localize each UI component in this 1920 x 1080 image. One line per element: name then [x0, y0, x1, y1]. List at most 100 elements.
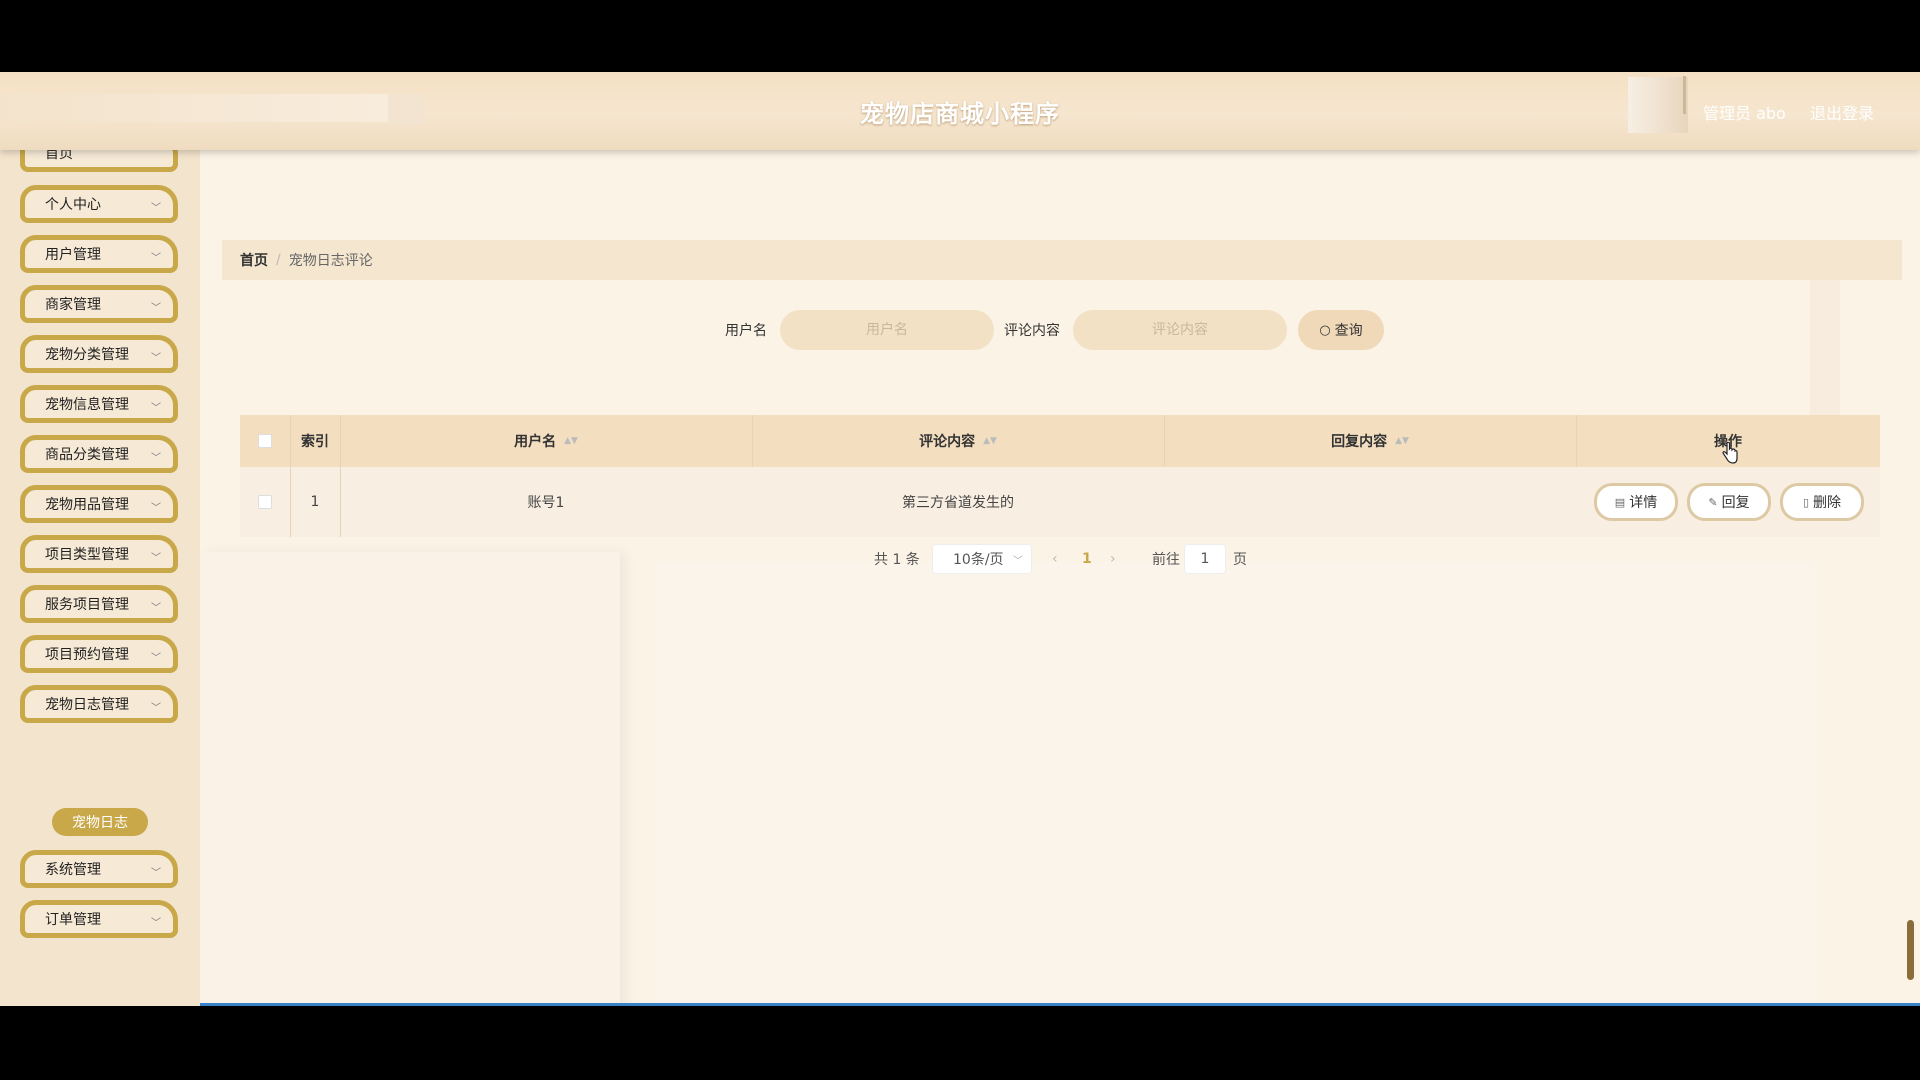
cell-index: 1	[310, 494, 320, 510]
background-decoration	[655, 562, 1815, 1006]
comments-table: 索引 用户名 ▲▼ 评论内容 ▲▼ 回复内容 ▲▼ 1 账号1 第三方省道发生的…	[240, 415, 1880, 537]
detail-button-label: 详情	[1629, 495, 1658, 511]
chevron-down-icon: ﹀	[151, 353, 161, 364]
chevron-down-icon: ﹀	[151, 303, 161, 314]
column-header-label: 用户名	[514, 434, 557, 450]
sidebar: 首页 个人中心 ﹀ 用户管理 ﹀ 商家管理 ﹀ 宠物分类管理 ﹀ 宠物信息管理 …	[0, 134, 200, 1006]
chevron-down-icon: ﹀	[151, 203, 161, 214]
username-search-input[interactable]	[780, 310, 994, 350]
username-label: 用户名	[725, 323, 767, 339]
sidebar-item-label: 商家管理	[45, 297, 101, 313]
sidebar-item-pet-info[interactable]: 宠物信息管理 ﹀	[20, 385, 178, 423]
chevron-down-icon: ﹀	[151, 603, 161, 614]
top-header: 宠物店商城小程序 管理员 abo 退出登录	[0, 72, 1920, 150]
chevron-down-icon: ﹀	[151, 653, 161, 664]
column-header-reply[interactable]: 回复内容 ▲▼	[1164, 415, 1576, 467]
sort-icon[interactable]: ▲▼	[983, 436, 997, 446]
main-content: 首页 / 宠物日志评论 用户名 评论内容 ○ 查询 索引 用户名	[200, 150, 1920, 1006]
cell-comment: 第三方省道发生的	[902, 495, 1014, 511]
sort-icon[interactable]: ▲▼	[564, 436, 578, 446]
column-header-username[interactable]: 用户名 ▲▼	[340, 415, 752, 467]
search-button-label: 查询	[1334, 323, 1363, 339]
sidebar-item-label: 系统管理	[45, 862, 101, 878]
sidebar-subitem-pet-log[interactable]: 宠物日志	[52, 808, 148, 836]
sidebar-item-personal-center[interactable]: 个人中心 ﹀	[20, 185, 178, 223]
select-all-cell	[240, 415, 290, 467]
sidebar-item-system[interactable]: 系统管理 ﹀	[20, 850, 178, 888]
sidebar-item-label: 宠物用品管理	[45, 497, 129, 513]
chevron-down-icon: ﹀	[151, 553, 161, 564]
breadcrumb-separator: /	[276, 252, 281, 268]
page-suffix: 页	[1233, 552, 1247, 568]
next-page-icon[interactable]: ›	[1110, 544, 1116, 574]
reply-button-label: 回复	[1721, 495, 1750, 511]
row-select-cell	[240, 467, 290, 537]
sidebar-item-appointments[interactable]: 项目预约管理 ﹀	[20, 635, 178, 673]
pagination: 共 1 条 10条/页 ﹀ ‹ 1 › 前往 1 页	[200, 544, 1920, 574]
comment-search-input[interactable]	[1073, 310, 1287, 350]
page-size-select[interactable]: 10条/页 ﹀	[932, 544, 1032, 574]
page-size-value: 10条/页	[953, 552, 1004, 568]
sidebar-item-pet-categories[interactable]: 宠物分类管理 ﹀	[20, 335, 178, 373]
sidebar-item-pet-supplies[interactable]: 宠物用品管理 ﹀	[20, 485, 178, 523]
breadcrumb-current: 宠物日志评论	[288, 253, 373, 269]
page-number-current[interactable]: 1	[1082, 544, 1092, 574]
sidebar-item-label: 服务项目管理	[45, 597, 129, 613]
sidebar-item-product-categories[interactable]: 商品分类管理 ﹀	[20, 435, 178, 473]
sidebar-item-merchants[interactable]: 商家管理 ﹀	[20, 285, 178, 323]
chevron-down-icon: ﹀	[1013, 555, 1023, 567]
logout-link[interactable]: 退出登录	[1810, 100, 1874, 124]
column-header-label: 索引	[301, 434, 329, 450]
sidebar-item-label: 宠物分类管理	[45, 347, 129, 363]
cell-reply	[1164, 467, 1576, 537]
breadcrumb-home[interactable]: 首页	[240, 250, 268, 270]
sidebar-item-label: 用户管理	[45, 247, 101, 263]
sidebar-item-pet-logs[interactable]: 宠物日志管理 ﹀	[20, 685, 178, 723]
comment-content-label: 评论内容	[1004, 323, 1060, 339]
chevron-down-icon: ﹀	[151, 453, 161, 464]
chevron-down-icon: ﹀	[151, 503, 161, 514]
sidebar-item-service-projects[interactable]: 服务项目管理 ﹀	[20, 585, 178, 623]
sidebar-item-label: 宠物信息管理	[45, 397, 129, 413]
cell-username: 账号1	[527, 495, 565, 511]
trash-icon: ▯	[1802, 495, 1810, 509]
chevron-down-icon: ﹀	[151, 868, 161, 879]
column-header-label: 回复内容	[1331, 434, 1388, 450]
sidebar-item-label: 订单管理	[45, 912, 101, 928]
delete-button[interactable]: ▯ 删除	[1780, 483, 1864, 521]
chevron-down-icon: ﹀	[151, 703, 161, 714]
chevron-down-icon: ﹀	[151, 253, 161, 264]
search-button[interactable]: ○ 查询	[1298, 310, 1384, 350]
table-row: 1 账号1 第三方省道发生的 ▤ 详情 ✎ 回复 ▯ 删除	[240, 467, 1880, 537]
detail-button[interactable]: ▤ 详情	[1594, 483, 1678, 521]
sidebar-item-project-types[interactable]: 项目类型管理 ﹀	[20, 535, 178, 573]
reply-button[interactable]: ✎ 回复	[1687, 483, 1771, 521]
sidebar-item-label: 项目类型管理	[45, 547, 129, 563]
sidebar-item-users[interactable]: 用户管理 ﹀	[20, 235, 178, 273]
scrollbar-thumb[interactable]	[1907, 920, 1914, 980]
goto-page-input[interactable]: 1	[1184, 544, 1226, 574]
admin-user-label: 管理员 abo	[1703, 104, 1786, 123]
chevron-down-icon: ﹀	[151, 918, 161, 929]
pagination-total: 共 1 条	[874, 552, 920, 568]
select-all-checkbox[interactable]	[258, 434, 272, 448]
edit-icon: ✎	[1708, 495, 1718, 509]
row-checkbox[interactable]	[258, 495, 272, 509]
sidebar-item-label: 个人中心	[45, 197, 101, 213]
sidebar-item-orders[interactable]: 订单管理 ﹀	[20, 900, 178, 938]
document-icon: ▤	[1614, 495, 1626, 509]
breadcrumb: 首页 / 宠物日志评论	[222, 240, 1902, 280]
mouse-pointer-icon	[1721, 441, 1739, 468]
sort-icon[interactable]: ▲▼	[1395, 436, 1409, 446]
sidebar-item-label: 项目预约管理	[45, 647, 129, 663]
prev-page-icon[interactable]: ‹	[1052, 544, 1058, 574]
column-header-comment[interactable]: 评论内容 ▲▼	[752, 415, 1164, 467]
delete-button-label: 删除	[1813, 495, 1842, 511]
chevron-down-icon: ﹀	[151, 403, 161, 414]
goto-label: 前往	[1152, 552, 1180, 568]
sidebar-item-label: 商品分类管理	[45, 447, 129, 463]
column-header-index: 索引	[290, 415, 340, 467]
app-window: 宠物店商城小程序 管理员 abo 退出登录 首页 个人中心 ﹀ 用户管理 ﹀ 商…	[0, 72, 1920, 1006]
sidebar-item-label: 宠物日志管理	[45, 697, 129, 713]
column-header-label: 评论内容	[919, 434, 976, 450]
